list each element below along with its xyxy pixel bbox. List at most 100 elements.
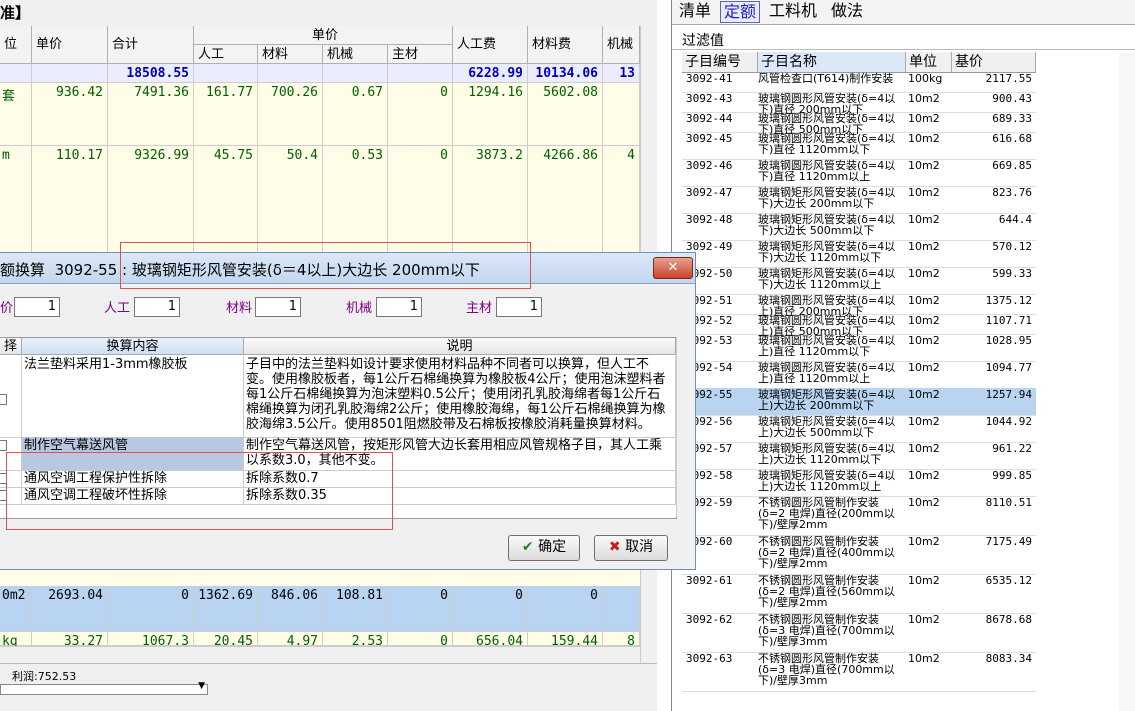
col-name[interactable]: 子目名称 — [758, 52, 906, 72]
col-main-material[interactable]: 主材 — [388, 45, 453, 64]
profit-status: 利润:752.53 — [12, 670, 77, 683]
col-labor-fee[interactable]: 人工费 — [453, 26, 528, 64]
item-price: 616.68 — [992, 132, 1032, 145]
checkbox[interactable] — [0, 440, 7, 451]
item-unit: 100kg — [908, 72, 943, 85]
cell-machine: 108.81 — [323, 586, 388, 632]
list-item[interactable]: 3092-43 玻璃钢圆形风管安装(δ=4以下)直径 200mm以下 10m2 900… — [682, 92, 1036, 115]
table-row[interactable]: kg 33.27 1067.3 20.45 4.97 2.53 0 656.04 159.44 8 — [0, 632, 640, 649]
item-unit: 10m2 — [908, 496, 940, 509]
filter-input[interactable]: 过滤值 — [672, 27, 1135, 50]
col-unit[interactable]: 位 — [0, 26, 32, 64]
item-price: 1375.12 — [985, 294, 1032, 307]
cancel-button[interactable]: ✖ 取消 — [594, 535, 668, 561]
checkbox[interactable] — [0, 490, 7, 501]
tab-labor-material-machine[interactable]: 工料机 — [766, 1, 820, 21]
cell-labor: 20.45 — [194, 632, 258, 649]
item-name: 玻璃钢矩形风管安装(δ=4以下)大边长 1120mm以上 — [758, 267, 896, 291]
list-item[interactable]: 3092-49 玻璃钢矩形风管安装(δ=4以下)大边长 1120mm以下 10m2 5… — [682, 240, 1036, 268]
checkbox[interactable] — [0, 394, 7, 405]
list-item[interactable]: 3092-51 玻璃钢圆形风管安装(δ=4以上)直径 200mm以下 10m2 137… — [682, 294, 1036, 317]
tab-method[interactable]: 做法 — [828, 1, 866, 21]
item-unit: 10m2 — [908, 574, 940, 587]
dialog-titlebar[interactable]: 额换算 3092-55 : 玻璃钢矩形风管安装(δ＝4以上)大边长 200mm以… — [0, 253, 695, 284]
col-code[interactable]: 子目编号 — [682, 52, 758, 72]
list-item[interactable]: 3092-52 玻璃钢圆形风管安装(δ=4以上)直径 500mm以下 10m2 110… — [682, 314, 1036, 337]
cell-content: 制作空气幕送风管 — [22, 437, 244, 470]
cell-select[interactable] — [0, 470, 22, 487]
list-item[interactable]: 3092-45 玻璃钢圆形风管安装(δ=4以下)直径 1120mm以下 10m2 61… — [682, 132, 1036, 160]
col-total[interactable]: 合计 — [108, 26, 194, 64]
list-item[interactable]: 3092-54 玻璃钢圆形风管安装(δ=4以上)直径 1120mm以上 10m2 10… — [682, 361, 1036, 389]
table-row[interactable]: 制作空气幕送风管 制作空气幕送风管，按矩形风管大边长套用相应风管规格子目，其人工乘… — [0, 437, 676, 471]
cell-material: 846.06 — [258, 586, 323, 632]
col-material-fee[interactable]: 材料费 — [528, 26, 603, 64]
check-icon: ✔ — [521, 539, 534, 555]
table-row[interactable]: 通风空调工程保护性拆除 拆除系数0.7 — [0, 470, 676, 488]
coef-label-main-material: 主材 — [466, 301, 493, 316]
col-machine[interactable]: 机械 — [323, 45, 388, 64]
list-item[interactable]: 3092-50 玻璃钢矩形风管安装(δ=4以下)大边长 1120mm以上 10m2 5… — [682, 267, 1036, 295]
list-item[interactable]: 3092-62 不锈钢圆形风管制作安装(δ=3 电焊)直径(700mm以下)/壁厚… — [682, 613, 1036, 653]
list-item[interactable]: 3092-55 玻璃钢矩形风管安装(δ=4以上)大边长 200mm以下 10m2 12… — [682, 388, 1036, 416]
list-item[interactable]: 3092-61 不锈钢圆形风管制作安装(δ=2 电焊)直径(560mm以下)/壁厚… — [682, 574, 1036, 614]
ok-button[interactable]: ✔ 确定 — [508, 535, 580, 561]
horizontal-scrollbar[interactable] — [0, 646, 640, 664]
list-item[interactable]: 3092-63 不锈钢圆形风管制作安装(δ=3 电焊)直径(700mm以下)/壁厚… — [682, 652, 1036, 692]
table-row[interactable]: m 110.17 9326.99 45.75 50.4 0.53 0 3873.2 4266.8… — [0, 146, 640, 266]
cell-unit: kg — [0, 632, 32, 649]
col-content: 换算内容 — [22, 338, 244, 355]
item-name: 不锈钢圆形风管制作安装(δ=3 电焊)直径(700mm以下)/壁厚3mm — [758, 613, 895, 648]
cell-select[interactable] — [0, 487, 22, 504]
tab-quota[interactable]: 定额 — [720, 1, 761, 23]
col-unit-price[interactable]: 单价 — [32, 26, 108, 64]
cell-labor: 45.75 — [194, 146, 258, 266]
item-price: 2117.55 — [985, 72, 1032, 85]
coef-input-material[interactable]: 1 — [255, 297, 301, 317]
coef-input-labor[interactable]: 1 — [134, 297, 180, 317]
checkbox[interactable] — [0, 473, 7, 484]
col-machine-fee[interactable]: 机械 — [603, 26, 640, 64]
item-price: 669.85 — [992, 159, 1032, 172]
col-labor[interactable]: 人工 — [194, 45, 258, 64]
list-item[interactable]: 3092-44 玻璃钢圆形风管安装(δ=4以下)直径 500mm以下 10m2 689… — [682, 112, 1036, 135]
table-row[interactable]: 0m2 2693.04 0 1362.69 846.06 108.81 0 0 0 — [0, 586, 640, 632]
list-item[interactable]: 3092-41 风管检查口(T614)制作安装 100kg 2117.55 — [682, 72, 1036, 93]
list-item[interactable]: 3092-59 不锈钢圆形风管制作安装(δ=2 电焊)直径(200mm以下)/壁厚… — [682, 496, 1036, 536]
item-name: 不锈钢圆形风管制作安装(δ=3 电焊)直径(700mm以下)/壁厚3mm — [758, 652, 895, 687]
col-material[interactable]: 材料 — [258, 45, 323, 64]
item-price: 8678.68 — [985, 613, 1032, 626]
cell-description: 制作空气幕送风管，按矩形风管大边长套用相应风管规格子目，其人工乘以系数3.0，其… — [244, 437, 676, 470]
col-price[interactable]: 基价 — [952, 52, 1036, 72]
summary-row[interactable]: 18508.55 6228.99 10134.06 13 — [0, 64, 640, 83]
item-name: 玻璃钢矩形风管安装(δ=4以上)大边长 1120mm以上 — [758, 469, 896, 493]
coef-input-price[interactable]: 1 — [14, 297, 60, 317]
table-row[interactable]: 法兰垫料采用1-3mm橡胶板 子目中的法兰垫料如设计要求使用材料品种不同者可以换算… — [0, 356, 676, 438]
table-row[interactable]: 通风空调工程破坏性拆除 拆除系数0.35 — [0, 487, 676, 505]
cell-select[interactable] — [0, 437, 22, 470]
cell-labor-fee: 1294.16 — [453, 83, 528, 146]
item-name: 玻璃钢圆形风管安装(δ=4以下)直径 1120mm以上 — [758, 159, 896, 183]
list-item[interactable]: 3092-57 玻璃钢矩形风管安装(δ=4以上)大边长 1120mm以下 10m2 9… — [682, 442, 1036, 470]
bottom-dropdown[interactable]: ▼ — [0, 681, 208, 695]
list-item[interactable]: 3092-47 玻璃钢矩形风管安装(δ=4以下)大边长 200mm以下 10m2 82… — [682, 186, 1036, 214]
coef-input-machine[interactable]: 1 — [376, 297, 422, 317]
list-item[interactable]: 3092-60 不锈钢圆形风管制作安装(δ=2 电焊)直径(400mm以下)/壁厚… — [682, 535, 1036, 575]
col-unit[interactable]: 单位 — [906, 52, 952, 72]
coef-input-main-material[interactable]: 1 — [496, 297, 542, 317]
conversion-grid-scrollbar[interactable] — [676, 337, 694, 517]
list-item[interactable]: 3092-46 玻璃钢圆形风管安装(δ=4以下)直径 1120mm以上 10m2 66… — [682, 159, 1036, 187]
cell-labor: 1362.69 — [194, 586, 258, 632]
table-row[interactable]: 套 936.42 7491.36 161.77 700.26 0.67 0 1294.16 56… — [0, 83, 640, 146]
item-price: 1028.95 — [985, 334, 1032, 347]
list-item[interactable]: 3092-53 玻璃钢圆形风管安装(δ=4以上)直径 1120mm以下 10m2 10… — [682, 334, 1036, 362]
cell-unit-price: 2693.04 — [32, 586, 108, 632]
close-button[interactable]: ✕ — [653, 257, 693, 279]
list-item[interactable]: 3092-56 玻璃钢矩形风管安装(δ=4以上)大边长 500mm以下 10m2 10… — [682, 415, 1036, 443]
quota-conversion-dialog: 额换算 3092-55 : 玻璃钢矩形风管安装(δ＝4以上)大边长 200mm以… — [0, 252, 696, 570]
list-item[interactable]: 3092-48 玻璃钢矩形风管安装(δ=4以下)大边长 500mm以下 10m2 64… — [682, 213, 1036, 241]
library-scrollbar[interactable] — [1119, 52, 1135, 711]
tab-bill[interactable]: 清单 — [676, 1, 714, 21]
cell-select[interactable] — [0, 356, 22, 437]
list-item[interactable]: 3092-58 玻璃钢矩形风管安装(δ=4以上)大边长 1120mm以上 10m2 9… — [682, 469, 1036, 497]
